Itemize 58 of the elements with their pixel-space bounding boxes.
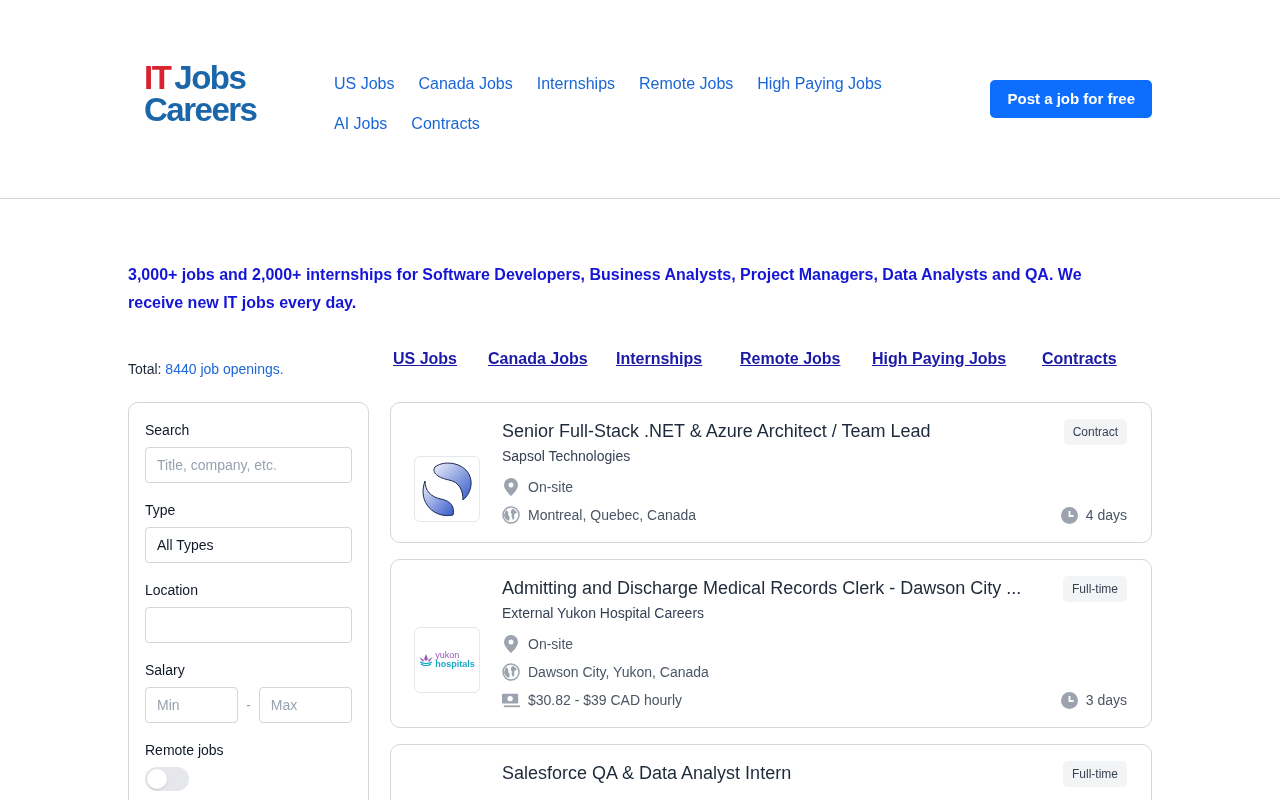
field-label: Type [145, 501, 177, 519]
field-label: Location [145, 581, 199, 599]
job-title[interactable]: Admitting and Discharge Medical Records Clerk - Dawson City ... [502, 576, 1022, 600]
type-select[interactable]: All Types [145, 527, 352, 563]
clock-icon [1060, 691, 1078, 709]
posted-age: 3 days [1085, 690, 1127, 710]
field-label: Salary [145, 661, 186, 679]
input-field[interactable]: Max [258, 687, 352, 723]
nav-link[interactable]: High Paying Jobs [757, 72, 882, 96]
input-field[interactable] [145, 607, 352, 643]
company-name: Sapsol Technologies [502, 447, 632, 466]
nav-link[interactable]: Internships [536, 72, 616, 96]
job-openings-link[interactable]: 8440 job openings. [165, 361, 284, 377]
input-field[interactable]: Title, company, etc. [145, 447, 352, 483]
quick-link[interactable]: Remote Jobs [740, 347, 846, 371]
job-type-badge: Full-time [1063, 576, 1127, 602]
field-label: Search [145, 421, 191, 439]
job-title[interactable]: Senior Full-Stack .NET & Azure Architect / Team Lead [502, 419, 931, 443]
quick-link[interactable]: Internships [616, 347, 714, 371]
nav-link[interactable]: Contracts [411, 112, 480, 136]
quick-link[interactable]: Contracts [1042, 347, 1122, 371]
nav-link[interactable]: US Jobs [334, 72, 395, 96]
quick-link[interactable]: US Jobs [393, 347, 462, 371]
clock-icon [1060, 506, 1078, 524]
location-text: Montreal, Quebec, Canada [528, 505, 697, 525]
lotus-icon [419, 654, 434, 666]
posted-age: 4 days [1085, 505, 1127, 525]
workplace-text: On-site [528, 477, 574, 497]
intro-text: 3,000+ jobs and 2,000+ internships for Software Developers, Business Analysts, Project Managers, Data Analysts and QA. We receive new IT jobs every day. [128, 265, 1083, 313]
job-card[interactable]: Salesforce QA & Data Analyst Intern Full-time [390, 744, 1152, 800]
job-card[interactable]: yukon hospitals Admitting and Discharge Medical Records Clerk - Dawson City ... Full-time External Yukon Hospital Careers On-site Dawson City, Yukon, Canada $30.82 - $39 CAD hourly 3 days [390, 559, 1152, 728]
remote-toggle[interactable] [145, 767, 189, 791]
job-type-badge: Contract [1063, 419, 1127, 445]
logo-text: yukon [435, 651, 460, 660]
nav-link[interactable]: Canada Jobs [418, 72, 513, 96]
range-separator: - [246, 695, 251, 715]
quick-link[interactable]: Canada Jobs [488, 347, 590, 371]
company-name: External Yukon Hospital Careers [502, 604, 706, 623]
logo-text: hospitals [435, 660, 475, 669]
location-text: Dawson City, Yukon, Canada [528, 662, 709, 682]
cash-icon [502, 691, 520, 709]
quick-link[interactable]: High Paying Jobs [872, 347, 1016, 371]
site-logo[interactable]: ITJobs Careers [128, 62, 334, 126]
input-field[interactable]: Min [145, 687, 239, 723]
globe-icon [502, 506, 520, 524]
globe-icon [502, 663, 520, 681]
location-pin-icon [504, 478, 518, 496]
location-pin-icon [504, 635, 518, 653]
field-label: Remote jobs [145, 741, 225, 759]
salary-text: $30.82 - $39 CAD hourly [528, 690, 683, 710]
job-type-badge: Full-time [1063, 761, 1127, 787]
workplace-text: On-site [528, 634, 574, 654]
nav-link[interactable]: Remote Jobs [639, 72, 734, 96]
post-job-button[interactable]: Post a job for free [990, 80, 1152, 118]
job-card[interactable]: Senior Full-Stack .NET & Azure Architect / Team Lead Contract Sapsol Technologies On-site Montreal, Quebec, Canada 4 days [390, 402, 1152, 543]
nav-link[interactable]: AI Jobs [334, 112, 388, 136]
total-label: Total: [128, 361, 162, 377]
job-title[interactable]: Salesforce QA & Data Analyst Intern [502, 761, 792, 785]
